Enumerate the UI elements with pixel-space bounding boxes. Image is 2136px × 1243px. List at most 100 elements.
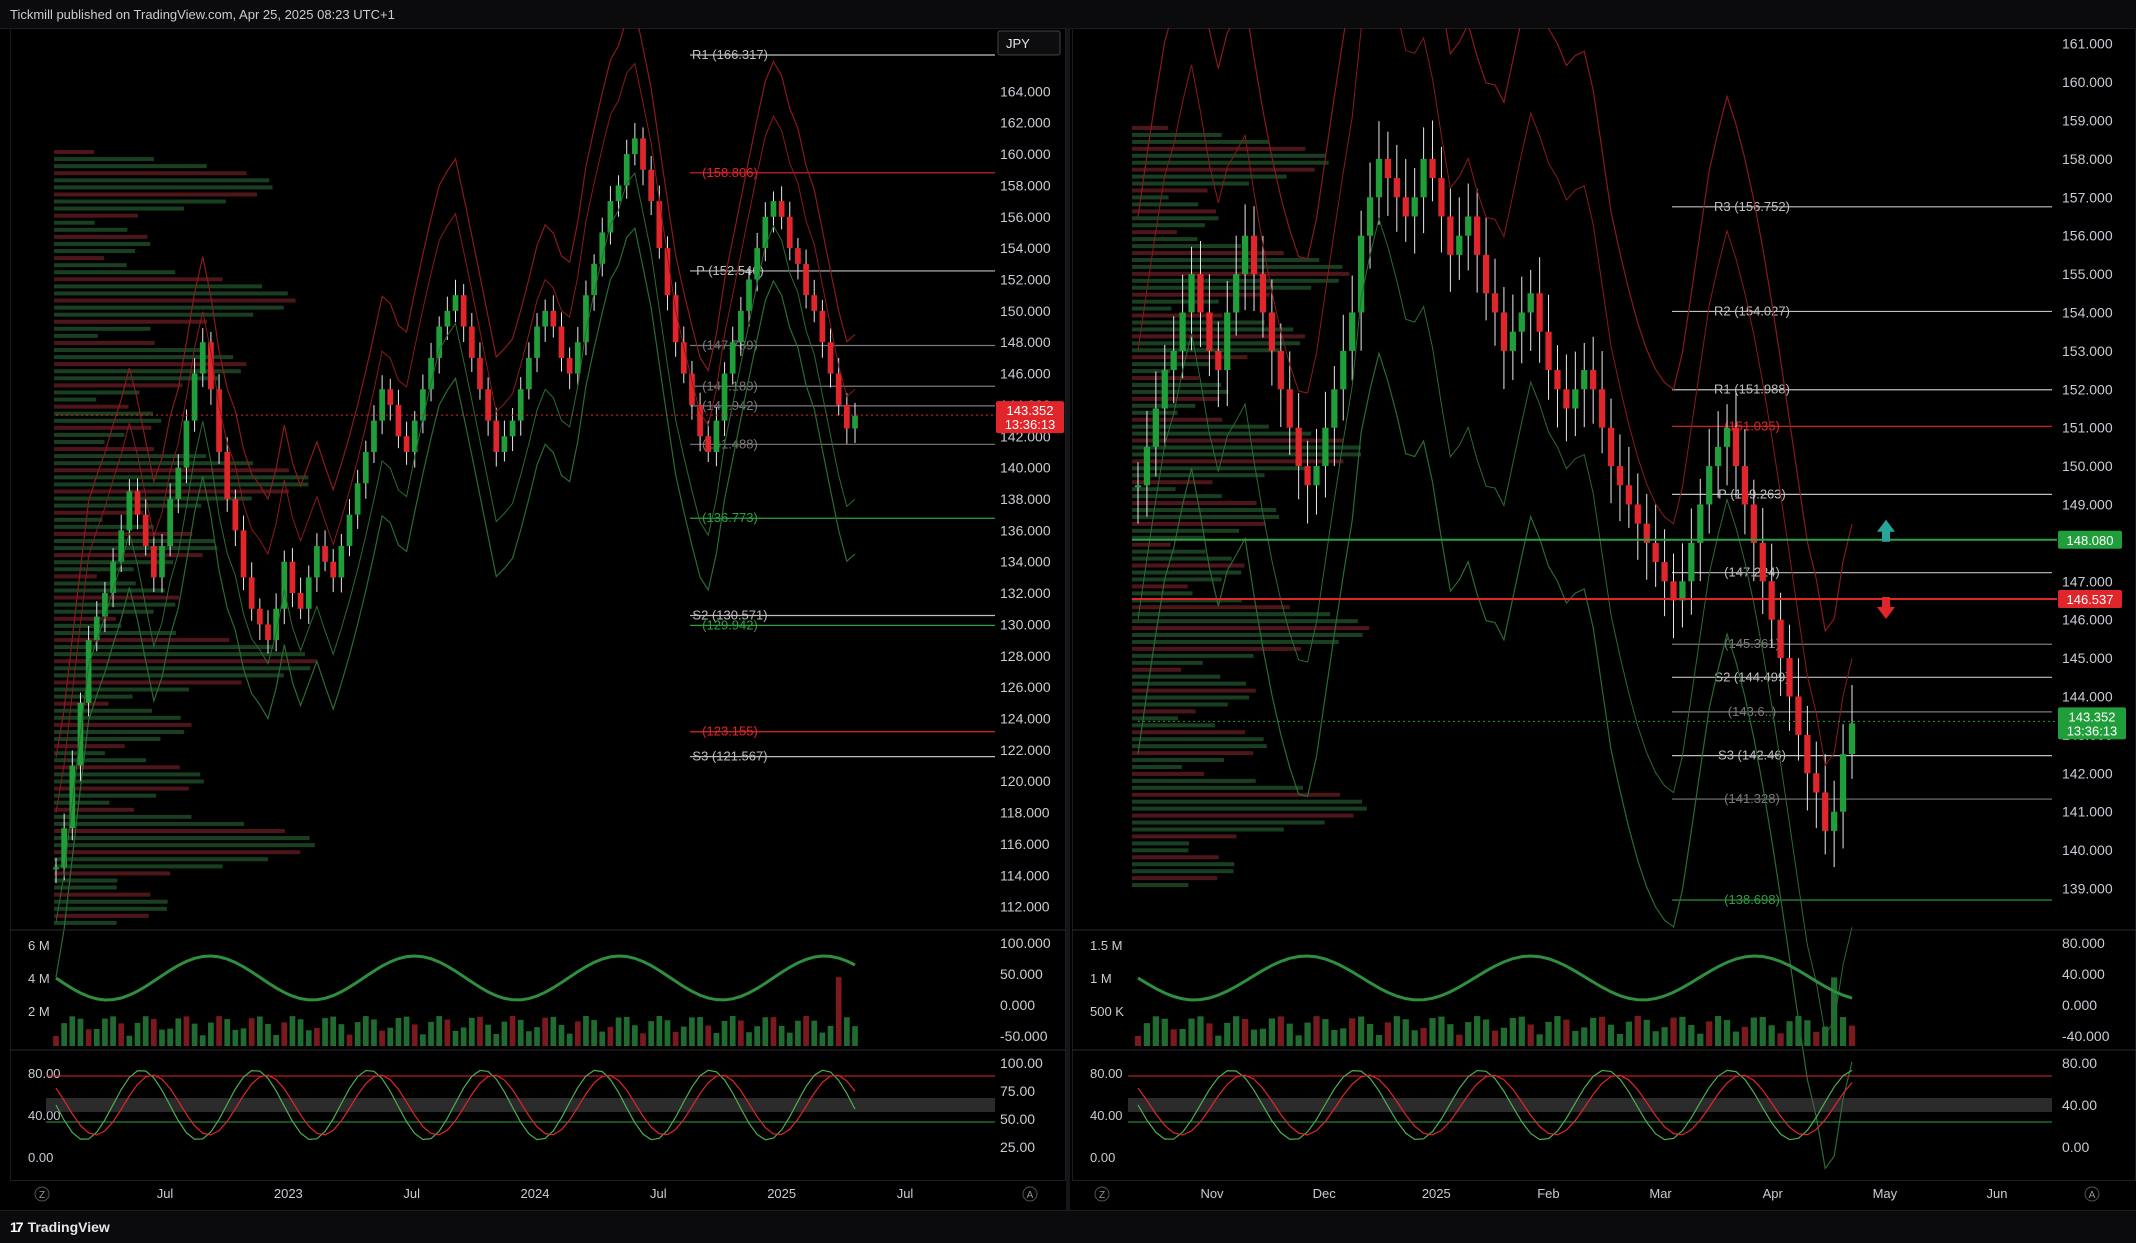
volume-bar [517,1019,524,1046]
profile-bar [1132,549,1206,554]
candle [819,310,826,343]
volume-bar [1268,1018,1275,1046]
profile-bar [54,234,148,239]
profile-bar [1132,251,1284,256]
zoom-label: Z [1099,1190,1105,1201]
profile-bar [54,574,97,579]
stoch-right-tick: 40.00 [2062,1097,2097,1113]
oscillator-tick: 40.000 [2062,966,2105,982]
time-tick: 2025 [767,1186,796,1201]
candle [1393,178,1400,198]
profile-bar [1132,667,1182,672]
profile-bar [1132,876,1218,881]
level-label: R1 (151.988) [1714,382,1790,397]
profile-bar [1132,653,1254,658]
candle [526,357,532,390]
time-tick: Jul [897,1186,914,1201]
candle [1518,312,1525,332]
volume-bar [623,1016,630,1046]
right-chart-panel[interactable]: 161.000 160.000 159.000 158.000 157.000 156.0… [1072,28,2136,1210]
candle [501,436,508,452]
candle [583,295,589,343]
stoch-tick: 40.00 [1090,1108,1123,1123]
level-label: S3 (142.46) [1718,748,1786,763]
candle [1295,427,1302,467]
tradingview-logo[interactable]: 17 TradingView [10,1219,110,1235]
volume-bar [240,1028,247,1046]
volume-bar [1768,1025,1775,1046]
zoom-label: Z [39,1190,45,1201]
candle [1429,158,1436,179]
profile-bar [1132,528,1240,533]
profile-bar [54,758,147,763]
price-tick: 145.000 [2062,650,2113,666]
candle [843,404,850,429]
candle [574,342,581,374]
candle [1768,581,1775,620]
profile-bar [54,616,116,621]
volume-bar [379,1030,385,1046]
volume-bar [1331,1029,1338,1046]
volume-bar [167,1028,173,1046]
candle [591,263,597,296]
profile-bar [1132,230,1177,235]
profile-bar [54,715,181,720]
candle [1456,235,1463,255]
stoch-right-tick: 25.00 [1000,1139,1035,1155]
volume-bar [721,1020,728,1046]
volume-bar [1402,1019,1409,1046]
volume-bar [1188,1018,1195,1046]
arrow-down-icon [1877,597,1895,620]
volume-bar [607,1026,614,1046]
volume-bar [248,1018,255,1046]
volume-bar [1697,1033,1704,1046]
volume-bar [1670,1017,1677,1046]
profile-bar [54,362,247,367]
volume-bar [835,977,842,1046]
profile-bar [1132,723,1215,728]
oscillator-tick: 50.000 [1000,966,1043,982]
profile-bar [54,666,311,671]
profile-bar [1132,869,1234,874]
profile-bar [1132,688,1256,693]
panel-divider[interactable] [1066,28,1070,1210]
candle [1259,274,1267,313]
volume-bar [1420,1028,1427,1046]
candle [1759,542,1766,582]
candle [1465,216,1472,236]
candle [721,373,728,421]
volume-bar [1161,1018,1168,1046]
profile-bar [1132,542,1171,547]
volume-bar [1607,1024,1615,1046]
volume-tick: 6 M [28,938,50,953]
volume-tick: 500 K [1090,1004,1124,1019]
profile-bar [54,687,189,692]
volume-bar [1518,1016,1525,1046]
price-tick: 148.000 [1000,334,1051,350]
profile-bar [1132,848,1189,853]
volume-bar [444,1019,451,1046]
price-tick: 140.000 [1000,460,1051,476]
profile-bar [1132,257,1320,262]
price-tick: 159.000 [2062,112,2113,128]
candle [640,138,646,170]
stoch-right-tick: 100.00 [1000,1055,1043,1071]
profile-bar [54,157,154,162]
candle [338,546,345,578]
candle [550,310,557,327]
time-tick: Feb [1537,1186,1559,1201]
candle [1616,466,1624,486]
volume-bar [1661,1027,1668,1046]
candle [778,201,785,217]
candle [1331,389,1338,428]
profile-bar [54,546,218,551]
candle [1411,197,1418,217]
marker-up-value: 148.080 [2067,533,2114,548]
left-chart-panel[interactable]: 164.000 162.000 160.000 158.000 156.000 154.0… [10,28,1066,1210]
candle [322,546,328,562]
time-tick: Jun [1987,1186,2008,1201]
candle [1438,178,1445,217]
candle [1625,485,1632,505]
volume-bar [1616,1033,1624,1046]
profile-bar [54,468,289,473]
